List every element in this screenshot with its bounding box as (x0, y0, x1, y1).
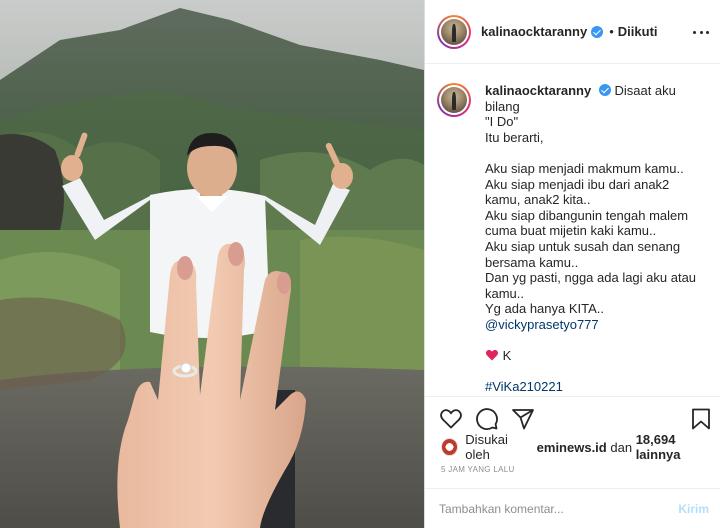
post-side-panel: kalinaocktaranny • Diikuti kalinaocktara… (424, 0, 720, 528)
comment-input[interactable] (439, 501, 679, 516)
caption-text: Disaat aku bilang "I Do" Itu berarti, Ak… (485, 83, 697, 317)
verified-badge-icon (598, 84, 611, 96)
post-timestamp[interactable]: 5 JAM YANG LALU (441, 465, 515, 474)
add-comment-bar: Kirim (425, 488, 720, 528)
paper-plane-icon[interactable] (511, 407, 535, 431)
likes-conjunction: dan (610, 439, 633, 455)
author-avatar[interactable] (437, 14, 471, 49)
likes-count[interactable]: 18,694 lainnya (636, 432, 720, 462)
verified-badge-icon (591, 25, 604, 38)
hashtag-link[interactable]: #ViKa210221 (485, 379, 563, 394)
comments-section[interactable]: kalinaocktaranny Disaat aku bilang "I Do… (425, 65, 720, 395)
post-photo[interactable] (0, 0, 424, 528)
likes-prefix: Disukai oleh (465, 432, 508, 462)
more-horizontal-icon[interactable] (693, 24, 709, 40)
caption-username[interactable]: kalinaocktaranny (485, 83, 591, 98)
caption-author-avatar[interactable] (437, 83, 471, 117)
post-header: kalinaocktaranny • Diikuti (425, 0, 720, 64)
separator-dot: • (609, 24, 614, 39)
mention-link[interactable]: @vickyprasetyo777 (485, 317, 599, 332)
likes-summary[interactable]: Disukai oleh eminews.id dan 18,694 lainn… (441, 432, 720, 462)
heart-outline-icon[interactable] (439, 407, 463, 431)
post-image (0, 0, 424, 528)
bookmark-icon[interactable] (689, 407, 713, 431)
follow-status-button[interactable]: Diikuti (618, 24, 658, 39)
author-username[interactable]: kalinaocktaranny (481, 24, 587, 39)
liker-username[interactable]: eminews.id (537, 440, 607, 455)
liker-avatar (441, 438, 459, 456)
comment-bubble-icon[interactable] (475, 407, 499, 431)
emoji-letter: K (502, 348, 512, 364)
red-heart-emoji-icon (485, 349, 499, 361)
caption: kalinaocktaranny Disaat aku bilang "I Do… (437, 83, 709, 395)
post-comment-button[interactable]: Kirim (678, 502, 709, 516)
